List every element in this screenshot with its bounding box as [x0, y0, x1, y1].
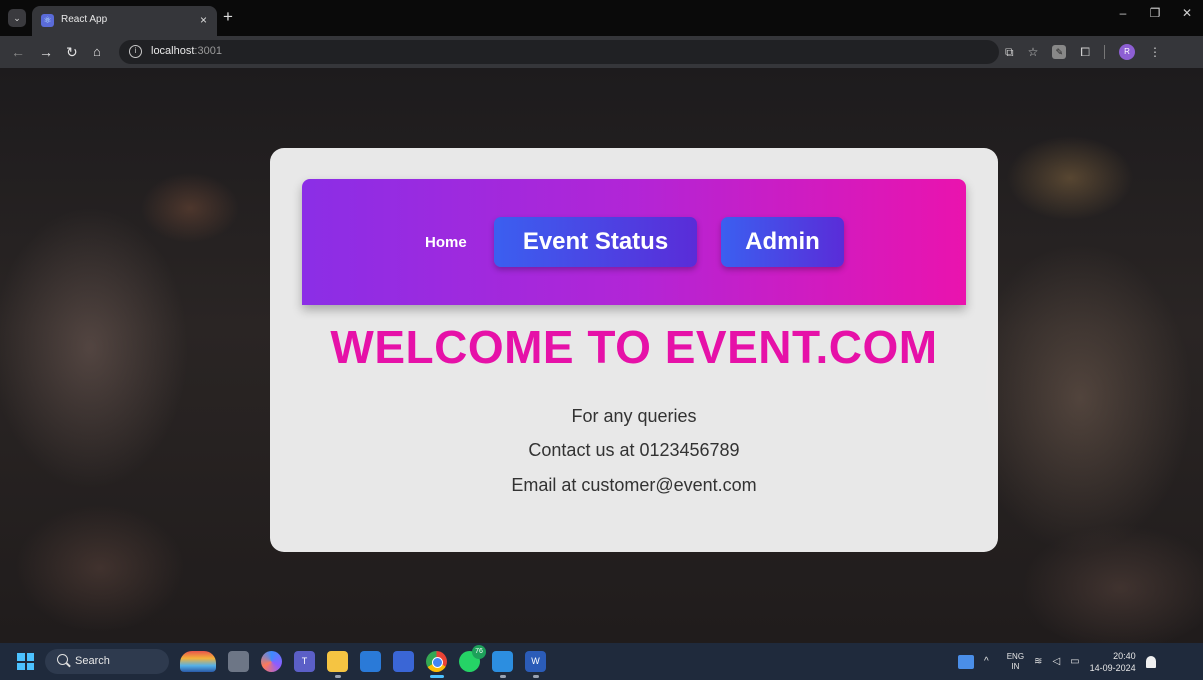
site-info-icon[interactable]: i: [129, 45, 142, 58]
taskbar-search[interactable]: Search: [45, 649, 169, 674]
running-indicator: [334, 675, 341, 678]
task-view-icon[interactable]: [228, 651, 249, 672]
window-controls: – ❐ ✕: [1107, 6, 1203, 20]
vscode-icon[interactable]: [492, 651, 513, 678]
url-port: :3001: [194, 45, 222, 57]
admin-button[interactable]: Admin: [721, 217, 844, 267]
wifi-icon[interactable]: ≋: [1034, 656, 1042, 667]
battery-icon[interactable]: ▭: [1070, 656, 1079, 667]
back-button[interactable]: ←: [11, 43, 25, 61]
toolbar-divider: [1103, 45, 1105, 59]
widgets-icon[interactable]: [180, 651, 216, 672]
browser-toolbar: ← → ↻ ⌂ i localhost:3001 ⧉ ☆ ✎ ⧠ R ⋮: [0, 36, 1203, 68]
url-host: localhost: [151, 45, 195, 57]
nav-home-link[interactable]: Home: [425, 234, 467, 251]
language-indicator[interactable]: ENG IN: [1007, 652, 1024, 672]
cast-icon[interactable]: ⧉: [1005, 44, 1014, 60]
running-indicator: [532, 675, 539, 678]
minimize-button[interactable]: –: [1107, 6, 1139, 20]
photos-icon[interactable]: [393, 651, 414, 672]
windows-taskbar: Search T 76 W ^ ENG IN ≋ ◁ ▭ 20:40 14-09-2…: [0, 643, 1203, 680]
bookmark-star-icon[interactable]: ☆: [1028, 44, 1039, 60]
clock-time: 20:40: [1113, 650, 1136, 661]
restore-button[interactable]: ❐: [1139, 6, 1171, 20]
tab-search-button[interactable]: ⌄: [8, 9, 26, 27]
forward-button[interactable]: →: [39, 43, 53, 61]
home-button[interactable]: ⌂: [93, 43, 101, 61]
toolbar-actions: ⧉ ☆ ✎ ⧠ R ⋮: [1005, 44, 1161, 60]
tray-chevron-icon[interactable]: ^: [984, 656, 989, 667]
site-navbar: Home Event Status Admin: [302, 179, 966, 305]
react-favicon-icon: ⚛: [41, 14, 54, 27]
chrome-icon[interactable]: [426, 651, 447, 678]
close-window-button[interactable]: ✕: [1171, 6, 1203, 20]
contact-email-text: Email at customer@event.com: [511, 475, 757, 495]
ms-store-icon[interactable]: [360, 651, 381, 672]
running-indicator: [499, 675, 506, 678]
address-url: localhost:3001: [151, 45, 222, 57]
browser-tab-strip: ⌄ ⚛ React App × + – ❐ ✕: [0, 0, 1203, 36]
event-status-button[interactable]: Event Status: [494, 217, 697, 267]
word-icon[interactable]: W: [525, 651, 546, 678]
welcome-heading: WELCOME TO EVENT.COM: [330, 321, 938, 373]
lang-top: ENG: [1006, 651, 1025, 661]
notification-bell-icon[interactable]: [1145, 655, 1156, 668]
running-indicator: [429, 675, 444, 678]
extensions-puzzle-icon[interactable]: ⧠: [1080, 44, 1090, 60]
new-tab-button[interactable]: +: [223, 8, 233, 26]
copilot-icon[interactable]: [261, 651, 282, 672]
whatsapp-badge: 76: [472, 645, 486, 659]
file-explorer-icon[interactable]: [327, 651, 348, 678]
tab-title: React App: [61, 14, 108, 25]
search-label: Search: [75, 655, 110, 667]
reload-button[interactable]: ↻: [66, 43, 78, 61]
browser-menu-icon[interactable]: ⋮: [1149, 44, 1161, 60]
welcome-card: Home Event Status Admin WELCOME TO EVENT…: [270, 148, 998, 552]
system-tray: ^ ENG IN ≋ ◁ ▭ 20:40 14-09-2024: [958, 643, 1156, 680]
address-bar[interactable]: i localhost:3001: [119, 40, 999, 64]
tray-widget-icon[interactable]: [958, 654, 974, 669]
contact-phone-text: Contact us at 0123456789: [528, 440, 740, 460]
extension-icon[interactable]: ✎: [1052, 45, 1067, 59]
whatsapp-icon[interactable]: 76: [459, 645, 486, 672]
clock-date: 14-09-2024: [1089, 662, 1136, 673]
search-icon: [57, 654, 68, 665]
tab-react-app[interactable]: ⚛ React App ×: [32, 6, 217, 36]
teams-icon[interactable]: T: [294, 651, 315, 672]
lang-bottom: IN: [1011, 661, 1020, 671]
volume-icon[interactable]: ◁: [1052, 656, 1060, 667]
clock[interactable]: 20:40 14-09-2024: [1090, 650, 1136, 674]
profile-avatar[interactable]: R: [1118, 44, 1135, 60]
close-tab-icon[interactable]: ×: [200, 13, 207, 27]
page-viewport: Home Event Status Admin WELCOME TO EVENT…: [0, 68, 1203, 643]
taskbar-apps: T 76 W: [180, 645, 546, 678]
start-button[interactable]: [17, 653, 34, 670]
queries-text: For any queries: [571, 406, 697, 426]
